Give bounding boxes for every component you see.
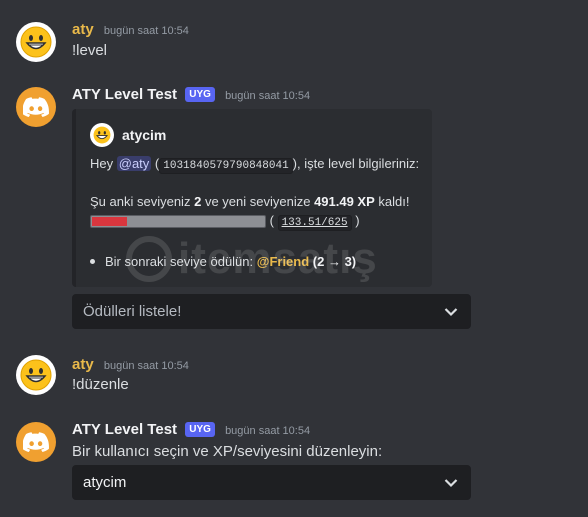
username[interactable]: ATY Level Test: [72, 86, 177, 103]
greeting-prefix: Hey: [90, 156, 114, 171]
reward-label: Bir sonraki seviye ödülün:: [105, 254, 254, 269]
reward-role-mention[interactable]: @Friend: [257, 254, 309, 269]
progress-text: 133.51/625: [277, 215, 352, 231]
message-text: !düzenle: [72, 376, 129, 393]
xp-progress-fill: [92, 217, 128, 226]
grinning-face-icon: [93, 126, 111, 144]
grinning-face-icon: [20, 26, 52, 58]
user-mention[interactable]: @aty: [116, 156, 152, 171]
level-suffix: kaldı!: [378, 194, 410, 209]
timestamp: bugün saat 10:54: [225, 425, 311, 437]
embed-author-avatar: [90, 123, 114, 147]
level-line: Şu anki seviyeniz 2 ve yeni seviyenize 4…: [90, 194, 409, 209]
xp-remaining: 491.49 XP: [314, 194, 375, 209]
chevron-down-icon: [444, 478, 458, 487]
progress-line: ( 133.51/625 ): [90, 213, 360, 231]
discord-logo-icon: [23, 432, 49, 452]
username[interactable]: aty: [72, 21, 94, 38]
grinning-face-icon: [20, 359, 52, 391]
user-select[interactable]: atycim: [72, 465, 471, 500]
chevron-down-icon: [444, 307, 458, 316]
embed-author: atycim: [90, 123, 166, 147]
user-select-value: atycim: [83, 474, 127, 491]
level-embed: atycim Hey @aty (1031840579790848041), i…: [72, 109, 432, 287]
current-level: 2: [194, 194, 202, 209]
username[interactable]: ATY Level Test: [72, 421, 177, 438]
level-prefix: Şu anki seviyeniz: [90, 194, 191, 209]
embed-author-name: atycim: [122, 127, 167, 143]
username[interactable]: aty: [72, 356, 94, 373]
message-text: Bir kullanıcı seçin ve XP/seviyesini düz…: [72, 443, 383, 460]
level-mid: ve yeni seviyenize: [204, 194, 311, 209]
user-id-code: 1031840579790848041: [159, 158, 293, 174]
rewards-select-placeholder: Ödülleri listele!: [83, 303, 182, 320]
app-badge: UYG: [185, 422, 215, 437]
app-badge: UYG: [185, 87, 215, 102]
greeting-line: Hey @aty (1031840579790848041), işte lev…: [90, 156, 420, 174]
xp-progress-bar: [90, 215, 266, 228]
message-text: !level: [72, 42, 108, 59]
timestamp: bugün saat 10:54: [225, 90, 311, 102]
bot-avatar[interactable]: [16, 422, 56, 462]
user-avatar[interactable]: [16, 22, 56, 62]
timestamp: bugün saat 10:54: [103, 360, 189, 372]
discord-logo-icon: [23, 97, 49, 117]
bullet: [90, 259, 95, 264]
user-avatar[interactable]: [16, 355, 56, 395]
greeting-suffix: , işte level bilgileriniz:: [297, 156, 420, 171]
bot-avatar[interactable]: [16, 87, 56, 127]
timestamp: bugün saat 10:54: [103, 25, 189, 37]
reward-line: Bir sonraki seviye ödülün: @Friend (2 → …: [90, 254, 356, 269]
rewards-select[interactable]: Ödülleri listele!: [72, 294, 471, 329]
reward-levels: (2 → 3): [312, 254, 357, 269]
